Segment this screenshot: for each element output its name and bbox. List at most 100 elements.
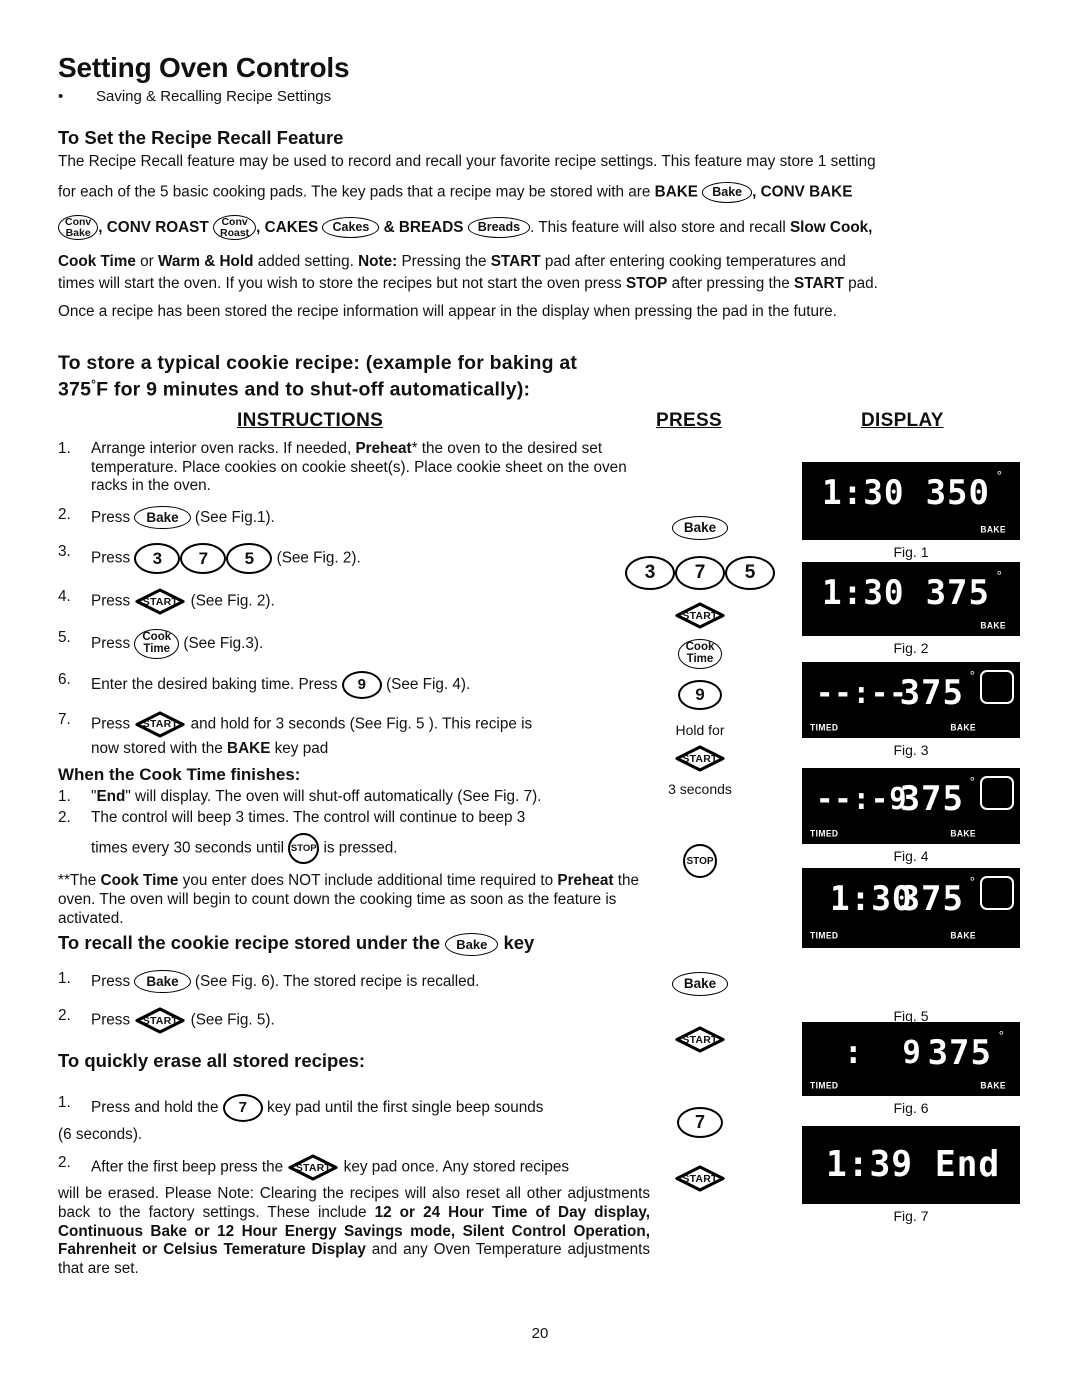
step-number: 7. <box>58 711 71 729</box>
press-label: Enter the desired baking time. Press <box>91 676 342 694</box>
conv-bake-word: , CONV BAKE <box>752 183 853 201</box>
recall-p1-tail: . This feature will also store and recal… <box>530 218 790 236</box>
step-number: 2. <box>58 808 71 826</box>
press-start-pad-4: START <box>612 1165 788 1192</box>
see-fig-ref: (See Fig. 5). <box>186 1011 275 1029</box>
digit-pad-3-icon: 3 <box>134 543 181 575</box>
lcd-temp: 375 <box>927 1033 992 1073</box>
step-number: 1. <box>58 440 71 457</box>
display-figure-7: 1:39 End Fig. 7 <box>802 1126 1020 1224</box>
heading-set-recipe-recall: To Set the Recipe Recall Feature <box>58 127 344 148</box>
time-label: Time <box>143 643 171 656</box>
is-pressed-text: is pressed. <box>319 839 398 857</box>
press-start-pad-2: START <box>612 745 788 772</box>
erase-step: 2. After the first beep press the START … <box>58 1154 650 1182</box>
cook-time-pad-icon: Cook Time <box>134 629 180 660</box>
lcd-degree-icon: ° <box>969 874 975 889</box>
figure-caption: Fig. 1 <box>893 544 929 560</box>
stop-pad-icon: STOP <box>683 844 717 878</box>
lcd-timed-indicator: TIMED <box>810 721 839 733</box>
instruction-step: 3. Press 375 (See Fig. 2). <box>58 543 650 575</box>
lcd-panel: 1:30 375 ° BAKE <box>802 562 1020 636</box>
after-beep-label: After the first beep press the <box>91 1158 288 1176</box>
start-pad-label: START <box>682 1033 718 1046</box>
step1-part-a: Arrange interior oven racks. If needed, <box>91 440 356 457</box>
page-number: 20 <box>531 1325 549 1342</box>
finish-step: 2. The control will beep 3 times. The co… <box>58 809 650 828</box>
step-text: times every 30 seconds until STOP is pre… <box>91 833 650 865</box>
instruction-step: 4. Press START (See Fig. 2). <box>58 588 650 616</box>
digit-pad-5-icon: 5 <box>725 556 775 590</box>
lcd-time: 1:39 End <box>826 1144 1001 1185</box>
preheat-word: Preheat <box>557 872 614 890</box>
column-header-press: PRESS <box>656 410 722 431</box>
lcd-temp: 375 <box>899 673 964 713</box>
display-figure-5: 1:30 375 ° TIMED BAKE Fig. 5 <box>802 868 1020 1024</box>
start-pad-icon: START <box>674 602 726 629</box>
step-text: Press START (See Fig. 2). <box>91 588 650 616</box>
finish-step: 1. "End" will display. The oven will shu… <box>58 788 650 807</box>
see-fig-ref: (See Fig.3). <box>179 635 264 653</box>
recall-step: 1. Press Bake (See Fig. 6). The stored r… <box>58 969 650 994</box>
press-start-pad-3: START <box>612 1026 788 1053</box>
lcd-panel: 1:30 350 ° BAKE <box>802 462 1020 540</box>
lcd-bake-indicator: BAKE <box>950 929 976 941</box>
press-hold-label: Press and hold the <box>91 1099 223 1117</box>
start-pad-label: START <box>142 718 178 731</box>
store-heading-line1: To store a typical cookie recipe: (examp… <box>58 352 578 374</box>
recall-paragraph-line2: for each of the 5 basic cooking pads. Th… <box>58 182 1010 203</box>
pad-word: pad. <box>843 274 878 292</box>
store-temp-375: 375 <box>58 378 92 401</box>
recall-heading-a: To recall the cookie recipe stored under… <box>58 932 446 954</box>
step-number: 5. <box>58 629 71 647</box>
store-heading-block: To store a typical cookie recipe: (examp… <box>58 350 658 403</box>
press-hold-for-note: Hold for <box>675 722 725 738</box>
digit-pad-7-icon: 7 <box>677 1107 723 1138</box>
heading-cook-time-finishes: When the Cook Time finishes: <box>58 765 301 785</box>
preheat-word: Preheat <box>355 440 412 457</box>
lcd-bake-indicator: BAKE <box>950 721 976 733</box>
press-digit-pad-9: 9 <box>612 680 788 710</box>
start-pad-icon: START <box>674 1165 726 1192</box>
stop-word-1: STOP <box>625 274 668 292</box>
conv-roast-word: , CONV ROAST <box>98 218 213 236</box>
erase-step: 1. Press and hold the 7 key pad until th… <box>58 1094 650 1123</box>
lcd-time: 1:30 <box>822 473 905 513</box>
lcd-panel: : 9 375 ° TIMED BAKE <box>802 1022 1020 1096</box>
key-pad-text: key pad <box>270 740 329 758</box>
instruction-step: 5. Press Cook Time (See Fig.3). <box>58 629 650 660</box>
conv-roast-pad-icon: Conv Roast <box>212 214 257 241</box>
lcd-timed-indicator: TIMED <box>810 827 839 839</box>
bake-pad-icon: Bake <box>134 969 191 994</box>
see-fig-ref: (See Fig.1). <box>190 508 275 526</box>
recall-paragraph-line3: Conv Bake, CONV ROAST Conv Roast, CAKES Ca… <box>58 214 1010 241</box>
start-pad-icon: START <box>674 1026 726 1053</box>
recall-note-line3: Once a recipe has been stored the recipe… <box>58 302 1010 321</box>
now-stored-text: now stored with the <box>91 740 228 758</box>
digit-pad-9-icon: 9 <box>678 680 722 710</box>
step-number: 6. <box>58 671 71 689</box>
footnote-a: **The <box>58 872 101 890</box>
lcd-degree-icon: ° <box>969 668 975 683</box>
pressing-the-word: Pressing the <box>397 253 491 271</box>
recall-step: 2. Press START (See Fig. 5). <box>58 1007 650 1035</box>
lcd-time: --:-- <box>816 676 908 711</box>
recall-paragraph-line1: The Recipe Recall feature may be used to… <box>58 153 1010 170</box>
press-digit-pad-7: 7 <box>612 1107 788 1138</box>
step-number: 2. <box>58 1154 71 1172</box>
heading-erase-recipes: To quickly erase all stored recipes: <box>58 1050 366 1072</box>
times-every-text: times every 30 seconds until <box>91 839 289 857</box>
press-digit-pads-375: 375 <box>612 556 788 590</box>
display-figure-2: 1:30 375 ° BAKE Fig. 2 <box>802 562 1020 656</box>
erase-tail-paragraph: will be erased. Please Note: Clearing th… <box>58 1185 650 1278</box>
press-bake-pad: Bake <box>612 516 788 540</box>
lcd-timed-indicator: TIMED <box>810 1079 839 1091</box>
lcd-panel: --:-- 375 ° TIMED BAKE <box>802 662 1020 738</box>
recall-p1-b-pre: for each of the 5 basic cooking pads. Th… <box>58 183 655 201</box>
start-pad-label: START <box>682 609 718 622</box>
finish-step-continuation: times every 30 seconds until STOP is pre… <box>58 833 650 865</box>
column-header-instructions: INSTRUCTIONS <box>237 410 384 431</box>
step-number-spacer <box>58 833 91 864</box>
start-pad-icon: START <box>134 588 186 616</box>
cook-label: Cook <box>685 641 715 653</box>
